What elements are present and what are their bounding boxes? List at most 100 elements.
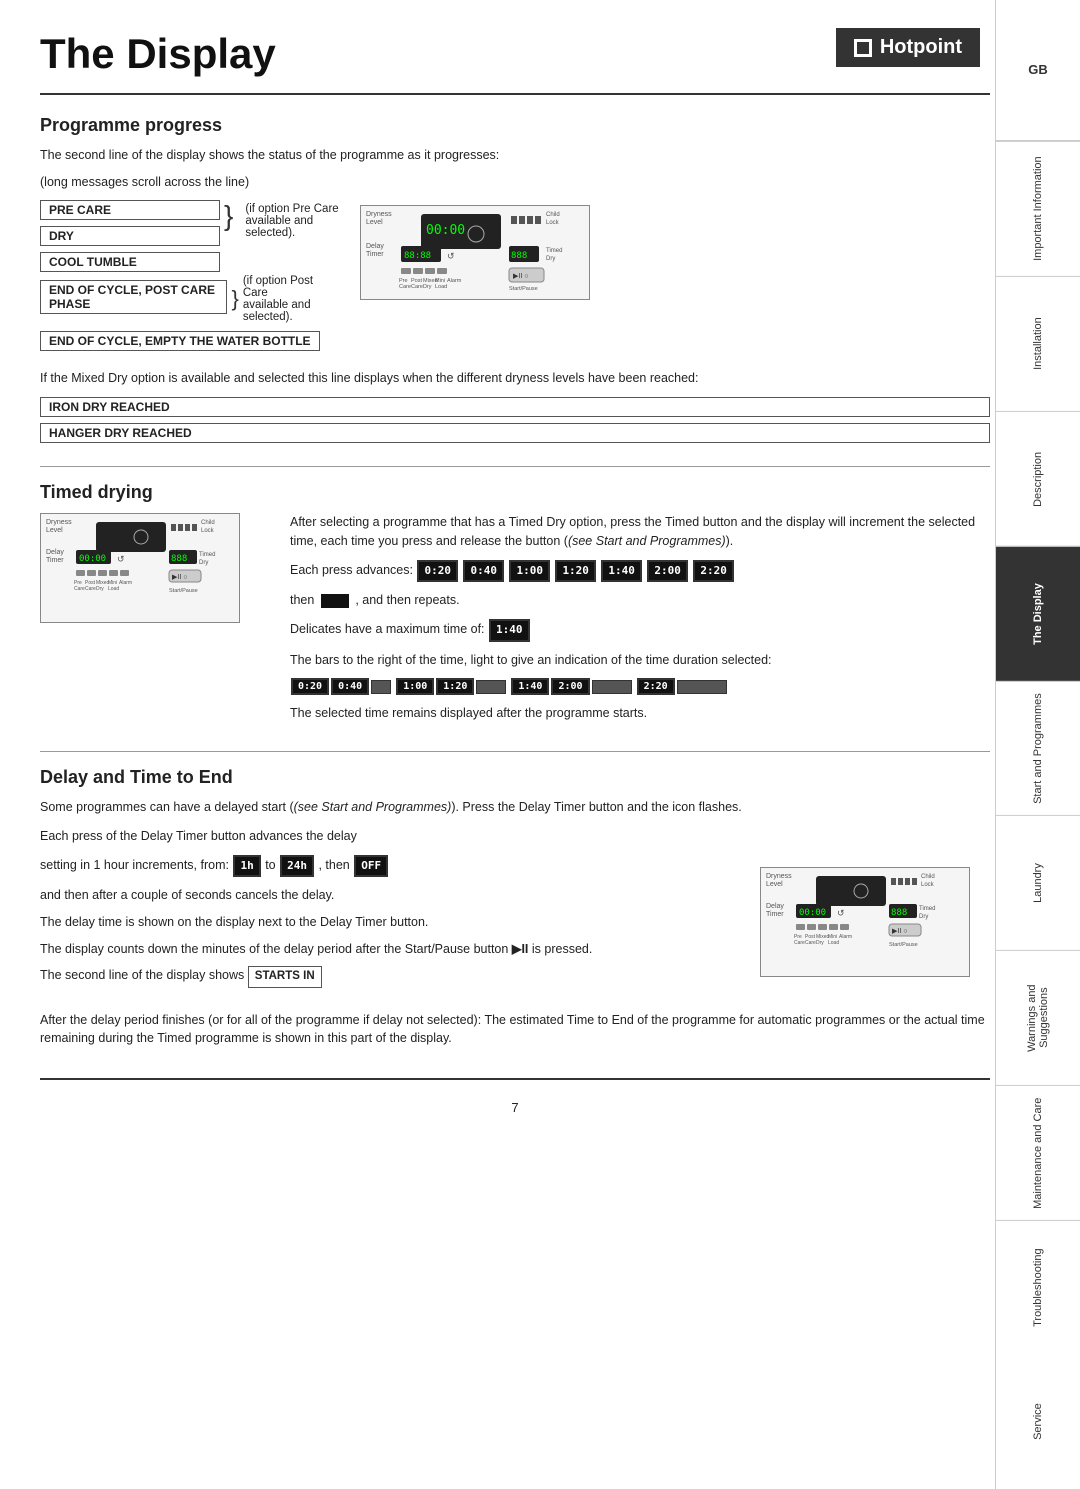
svg-text:888: 888 [891,908,907,918]
svg-text:Dryness: Dryness [46,519,72,526]
bar-100: 1:00 [396,678,434,695]
svg-text:Dry: Dry [816,940,824,946]
timed-machine-svg: Dryness Level Child Lock Delay Timer [40,513,240,623]
timed-then: then , and then repeats. [290,591,990,610]
svg-text:Timed: Timed [546,248,562,254]
programme-progress-heading: Programme progress [40,115,990,136]
svg-text:Level: Level [366,219,383,226]
svg-text:Delay: Delay [366,243,384,250]
svg-text:Care: Care [399,284,411,290]
nav-installation[interactable]: Installation [996,276,1080,411]
svg-text:Level: Level [766,881,783,888]
bars-text: The bars to the right of the time, light… [290,651,990,670]
nav-service[interactable]: Service [996,1355,1080,1489]
delay-time-section: Delay and Time to End Some programmes ca… [40,767,990,1048]
svg-text:888: 888 [511,251,527,261]
nav-description[interactable]: Description [996,411,1080,546]
mixed-dry-text: If the Mixed Dry option is available and… [40,369,990,388]
section-divider-2 [40,751,990,752]
bottom-divider [40,1078,990,1080]
time-140: 1:40 [601,560,642,583]
svg-text:▶II ○: ▶II ○ [513,273,528,280]
svg-text:00:00: 00:00 [79,554,106,564]
time-020: 0:20 [417,560,458,583]
delay-heading: Delay and Time to End [40,767,990,788]
iron-dry-box: IRON DRY REACHED [40,397,990,417]
time-bars-display: 0:20 0:40 1:00 1:20 1:40 2:00 2:20 [290,677,990,696]
delay-info-left: Each press of the Delay Timer button adv… [40,827,730,996]
delicates-time: 1:40 [489,619,530,642]
nav-the-display[interactable]: The Display [996,546,1080,681]
nav-troubleshooting[interactable]: Troubleshooting [996,1220,1080,1355]
nav-gb[interactable]: GB [996,0,1080,141]
delay-cancel: and then after a couple of seconds cance… [40,886,730,905]
timed-machine-diagram: Dryness Level Child Lock Delay Timer [40,513,260,731]
hotpoint-logo-icon [854,39,872,57]
bar-indicator-2 [476,680,506,694]
nav-maintenance[interactable]: Maintenance and Care [996,1085,1080,1220]
delay-machine-diagram: Dryness Level Child Lock Delay Timer [760,827,990,996]
svg-text:Load: Load [435,284,447,290]
bar-indicator-1 [371,680,391,694]
bar-indicator-3 [592,680,632,694]
hanger-dry-box: HANGER DRY REACHED [40,423,990,443]
nav-important-info[interactable]: Important Information [996,141,1080,276]
svg-text:Care: Care [411,284,423,290]
delay-to-box: 24h [280,855,314,878]
svg-text:Alarm: Alarm [839,934,852,940]
time-100: 1:00 [509,560,550,583]
annotation1-text: available and selected). [245,215,313,239]
bar-indicator-4 [677,680,727,694]
bar-200: 2:00 [551,678,589,695]
bar-120: 1:20 [436,678,474,695]
bar-140: 1:40 [511,678,549,695]
svg-text:Care: Care [74,586,85,592]
prog-intro2: (long messages scroll across the line) [40,173,990,192]
svg-text:▶II ○: ▶II ○ [892,928,907,935]
svg-text:Dryness: Dryness [366,211,392,218]
delicates-text: Delicates have a maximum time of: 1:40 [290,618,990,643]
black-square-indicator [321,594,349,608]
svg-text:Load: Load [108,586,119,592]
programme-progress-section: Programme progress The second line of th… [40,115,990,446]
svg-text:Start/Pause: Start/Pause [889,942,918,948]
svg-text:Start/Pause: Start/Pause [169,588,198,594]
svg-text:Load: Load [828,940,839,946]
svg-text:↺: ↺ [837,908,845,918]
svg-text:00:00: 00:00 [426,223,465,238]
svg-text:Child: Child [201,520,215,526]
svg-text:Level: Level [46,527,63,534]
svg-text:Child: Child [546,212,560,218]
svg-text:Timed: Timed [199,552,215,558]
svg-text:Dry: Dry [199,560,208,566]
nav-laundry[interactable]: Laundry [996,815,1080,950]
svg-text:Alarm: Alarm [119,580,132,586]
svg-text:Dry: Dry [919,914,928,920]
timed-advances: Each press advances: 0:20 0:40 1:00 1:20… [290,559,990,584]
annotation2-text: available and selected). [243,299,311,323]
svg-text:Lock: Lock [201,528,215,534]
bar-020: 0:20 [291,678,329,695]
svg-text:Lock: Lock [546,220,560,226]
starts-text: The selected time remains displayed afte… [290,704,990,723]
prog-intro1: The second line of the display shows the… [40,146,990,165]
nav-warnings[interactable]: Warnings and Suggestions [996,950,1080,1085]
prog-box-end-cycle-post: END OF CYCLE, POST CARE PHASE [40,280,227,314]
svg-text:Dry: Dry [423,284,432,290]
bar-220: 2:20 [637,678,675,695]
svg-text:Dry: Dry [96,586,104,592]
time-040: 0:40 [463,560,504,583]
svg-text:↺: ↺ [447,251,455,261]
timed-drying-section: Timed drying Dryness Level Child Lo [40,482,990,731]
svg-text:Delay: Delay [46,549,64,556]
delay-para1: Some programmes can have a delayed start… [40,798,990,817]
bar-040: 0:40 [331,678,369,695]
time-120: 1:20 [555,560,596,583]
prog-box-precare: PRE CARE [40,200,220,220]
delay-from-box: 1h [233,855,260,878]
hotpoint-logo: Hotpoint [836,28,980,67]
svg-text:▶II ○: ▶II ○ [172,574,187,581]
svg-text:888: 888 [171,554,187,564]
nav-start-programmes[interactable]: Start and Programmes [996,681,1080,816]
timed-info: After selecting a programme that has a T… [290,513,990,731]
